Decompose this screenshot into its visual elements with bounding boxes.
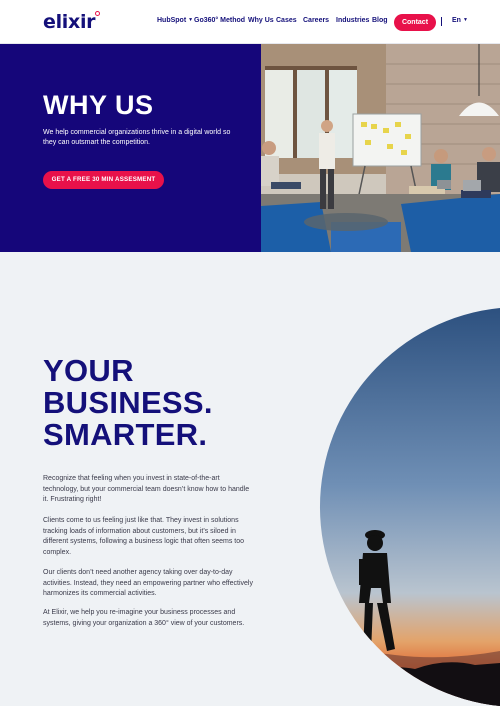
nav-item-cases[interactable]: Cases [276,17,297,24]
intro-paragraph-3: Our clients don’t need another agency ta… [43,569,253,597]
logo-dot-icon [95,11,100,16]
nav-item-go360-method[interactable]: Go360° Method [194,17,245,24]
nav-divider [441,17,442,26]
free-assessment-button[interactable]: GET A FREE 30 MIN ASSESMENT [43,171,164,189]
hero-title: WHY US [43,90,154,120]
section-title-line-3: SMARTER. [43,417,208,452]
site-header: elixir HubSpot ▼ Go360° Method Why Us Cas… [0,0,500,44]
team-meeting-photo [261,44,500,252]
section-title-line-1: YOUR [43,353,134,388]
section-title-line-2: BUSINESS. [43,385,213,420]
nav-item-careers[interactable]: Careers [303,17,329,24]
intro-paragraph-1: Recognize that feeling when you invest i… [43,475,250,503]
nav-item-hubspot-label: HubSpot [157,17,187,24]
language-label: En [452,17,461,24]
contact-button[interactable]: Contact [394,14,436,31]
sunset-hiker-image [305,303,500,706]
intro-paragraph-4: At Elixir, we help you re-imagine your b… [43,609,245,627]
elixir-logo[interactable]: elixir [43,11,96,33]
chevron-down-icon: ▼ [188,17,194,23]
nav-item-why-us[interactable]: Why Us [248,17,274,24]
hero-subtitle: We help commercial organizations thrive … [43,129,231,146]
nav-item-industries[interactable]: Industries [336,17,369,24]
chevron-down-icon: ▼ [462,17,468,23]
nav-item-blog[interactable]: Blog [372,17,388,24]
intro-paragraph-2: Clients come to us feeling just like tha… [43,517,245,556]
language-selector[interactable]: En ▼ [452,17,468,24]
hero-panel [0,44,261,252]
nav-item-hubspot[interactable]: HubSpot ▼ [157,17,193,24]
